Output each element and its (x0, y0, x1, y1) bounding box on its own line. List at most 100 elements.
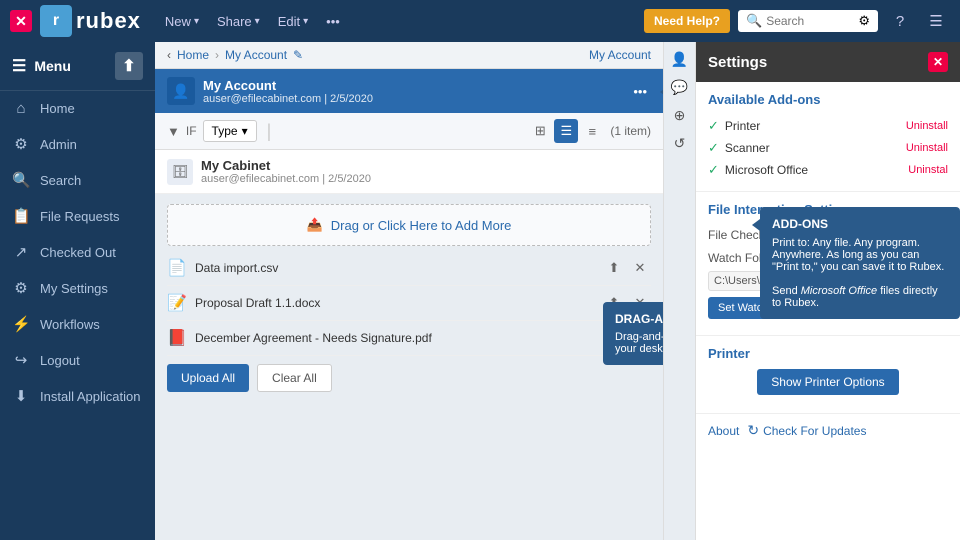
uninstall-office-button[interactable]: Uninstal (908, 164, 948, 176)
chevron-down-icon: ▾ (242, 124, 248, 138)
printer-section: Printer Show Printer Options (696, 336, 960, 414)
check-icon: ✓ (708, 118, 719, 134)
file-delete-btn[interactable]: ✕ (629, 257, 651, 279)
show-printer-options-button[interactable]: Show Printer Options (757, 369, 898, 395)
view-icon-detail[interactable]: ≡ (580, 119, 604, 143)
add-icon[interactable]: ⊕ (667, 102, 693, 128)
search-input[interactable] (766, 14, 854, 28)
file-list: 📄 Data import.csv ⬆ ✕ 📝 Proposal Draft 1… (155, 251, 663, 356)
about-row: About ↻ Check For Updates (696, 414, 960, 447)
upload-icon: 📤 (307, 217, 323, 233)
hamburger-icon[interactable]: ☰ (922, 7, 950, 35)
cabinet-item[interactable]: 🗄 My Cabinet auser@efilecabinet.com | 2/… (155, 150, 663, 194)
edit-icon[interactable]: ✎ (293, 48, 303, 62)
breadcrumb-account[interactable]: My Account (225, 48, 287, 62)
addon-name: Printer (725, 119, 900, 133)
available-addons-title: Available Add-ons (708, 92, 948, 107)
profile-icon[interactable]: 👤 (667, 46, 693, 72)
more-menu-button[interactable]: ••• (318, 10, 348, 33)
upload-all-button[interactable]: Upload All (167, 364, 249, 392)
sidebar-item-label: My Settings (40, 281, 108, 296)
breadcrumb-home[interactable]: Home (177, 48, 209, 62)
addons-tooltip: ADD-ONS Print to: Any file. Any program.… (760, 207, 960, 319)
account-name: My Account (203, 78, 621, 93)
item-count: (1 item) (610, 124, 651, 138)
menu-icon: ☰ (12, 56, 26, 76)
nav-edit[interactable]: Edit ▾ (270, 10, 316, 33)
chat-icon[interactable]: 💬 (667, 74, 693, 100)
dragdrop-tooltip: DRAG-AND-DROP Drag-and-drop files from y… (603, 302, 663, 365)
printer-title: Printer (708, 346, 948, 361)
settings-icon: ⚙ (12, 279, 30, 297)
available-addons-section: Available Add-ons ✓ Printer Uninstall ✓ … (696, 82, 960, 192)
sidebar-item-label: Logout (40, 353, 80, 368)
check-for-updates-button[interactable]: ↻ Check For Updates (747, 422, 866, 439)
sidebar-upload-button[interactable]: ⬆ (115, 52, 143, 80)
refresh-icon: ↻ (747, 422, 759, 439)
tooltip-title: ADD-ONS (772, 217, 948, 231)
sidebar-item-my-settings[interactable]: ⚙ My Settings (0, 270, 155, 306)
file-name: December Agreement - Needs Signature.pdf (195, 331, 595, 345)
uninstall-printer-button[interactable]: Uninstall (906, 120, 948, 132)
sidebar-item-admin[interactable]: ⚙ Admin (0, 126, 155, 162)
tooltip-title: DRAG-AND-DROP (615, 312, 663, 326)
back-icon[interactable]: ‹ (167, 48, 171, 62)
tooltip-body: Drag-and-drop files from your desktop to… (615, 331, 663, 355)
upload-area[interactable]: 📤 Drag or Click Here to Add More (167, 204, 651, 246)
sidebar-menu-header: ☰ Menu ⬆ (0, 42, 155, 91)
nav-share[interactable]: Share ▾ (209, 10, 268, 33)
table-row: 📕 December Agreement - Needs Signature.p… (167, 321, 651, 356)
filter-type-dropdown[interactable]: Type ▾ (203, 120, 257, 142)
topbar-nav: New ▾ Share ▾ Edit ▾ ••• (157, 10, 348, 33)
view-icon-list[interactable]: ☰ (554, 119, 578, 143)
sidebar-item-file-requests[interactable]: 📋 File Requests (0, 198, 155, 234)
close-button[interactable]: ✕ (10, 10, 32, 32)
upload-area-label: Drag or Click Here to Add More (331, 218, 512, 233)
file-requests-icon: 📋 (12, 207, 30, 225)
cabinet-info: My Cabinet auser@efilecabinet.com | 2/5/… (201, 158, 371, 185)
topbar: ✕ r rubex New ▾ Share ▾ Edit ▾ ••• Need … (0, 0, 960, 42)
uninstall-scanner-button[interactable]: Uninstall (906, 142, 948, 154)
logo-text: rubex (76, 8, 141, 34)
sidebar-item-label: Checked Out (40, 245, 116, 260)
history-icon[interactable]: ↺ (667, 130, 693, 156)
sidebar-item-logout[interactable]: ↪ Logout (0, 342, 155, 378)
workflows-icon: ⚡ (12, 315, 30, 333)
about-link[interactable]: About (708, 424, 739, 438)
chevron-down-icon: ▾ (303, 16, 308, 27)
addon-name: Microsoft Office (725, 163, 902, 177)
sidebar: ☰ Menu ⬆ ⌂ Home ⚙ Admin 🔍 Search 📋 File … (0, 42, 155, 540)
sidebar-item-search[interactable]: 🔍 Search (0, 162, 155, 198)
addon-scanner: ✓ Scanner Uninstall (708, 137, 948, 159)
help-icon[interactable]: ? (886, 7, 914, 35)
view-icon-grid[interactable]: ⊞ (528, 119, 552, 143)
docx-icon: 📝 (167, 293, 187, 313)
settings-title: Settings (708, 54, 767, 71)
logo: r rubex (40, 5, 141, 37)
tooltip-arrow (752, 219, 760, 231)
account-icon: 👤 (167, 77, 195, 105)
search-box: 🔍 ⚙ (738, 10, 878, 32)
filter-separator: | (267, 121, 272, 142)
file-upload-btn[interactable]: ⬆ (603, 257, 625, 279)
table-row: 📄 Data import.csv ⬆ ✕ (167, 251, 651, 286)
search-icon: 🔍 (12, 171, 30, 189)
file-name: Proposal Draft 1.1.docx (195, 296, 595, 310)
sidebar-item-install-application[interactable]: ⬇ Install Application (0, 378, 155, 414)
sidebar-item-checked-out[interactable]: ↗ Checked Out (0, 234, 155, 270)
csv-icon: 📄 (167, 258, 187, 278)
nav-new[interactable]: New ▾ (157, 10, 207, 33)
search-icon: 🔍 (746, 13, 762, 29)
sidebar-item-workflows[interactable]: ⚡ Workflows (0, 306, 155, 342)
sidebar-item-label: Home (40, 101, 75, 116)
clear-all-button[interactable]: Clear All (257, 364, 332, 392)
account-dots-button[interactable]: ••• (629, 80, 651, 103)
sidebar-item-home[interactable]: ⌂ Home (0, 91, 155, 126)
addon-printer: ✓ Printer Uninstall (708, 115, 948, 137)
main-layout: ☰ Menu ⬆ ⌂ Home ⚙ Admin 🔍 Search 📋 File … (0, 42, 960, 540)
my-account-tab-label: My Account (589, 48, 651, 62)
need-help-button[interactable]: Need Help? (644, 9, 730, 33)
content-area: ‹ Home › My Account ✎ My Account 👤 My Ac… (155, 42, 960, 540)
filter-if-label: IF (186, 124, 197, 138)
settings-close-button[interactable]: ✕ (928, 52, 948, 72)
